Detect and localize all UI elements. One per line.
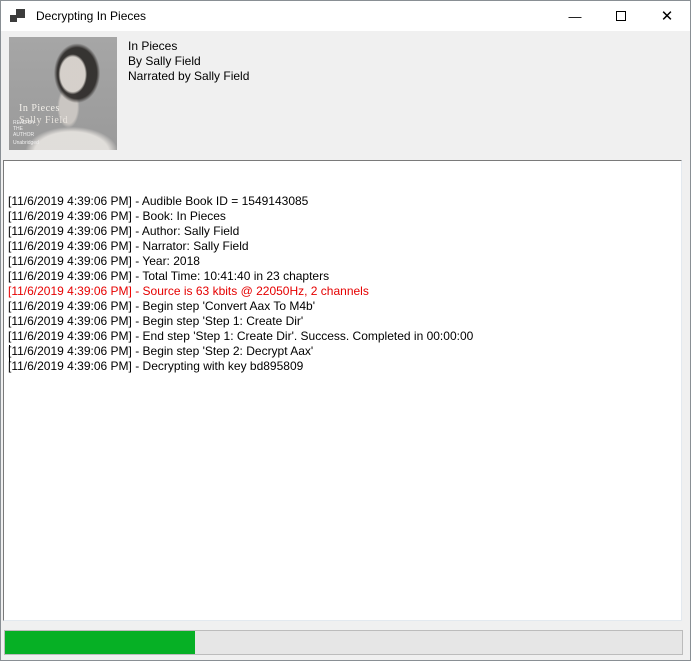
log-line: [11/6/2019 4:39:06 PM] - Decrypting with… xyxy=(8,359,681,374)
log-line: [11/6/2019 4:39:06 PM] - End step 'Step … xyxy=(8,329,681,344)
maximize-icon xyxy=(616,11,626,21)
close-icon: ✕ xyxy=(661,7,674,25)
log-line: [11/6/2019 4:39:06 PM] - Begin step 'Ste… xyxy=(8,344,681,359)
window-controls: — ✕ xyxy=(552,1,690,31)
cover-readby-text: READ BY THE AUTHOR xyxy=(13,120,43,138)
progress-bar xyxy=(4,630,683,655)
book-cover-image: In Pieces Sally Field READ BY THE AUTHOR… xyxy=(9,37,117,150)
cover-title-text: In Pieces xyxy=(19,103,60,114)
log-lines: [11/6/2019 4:39:06 PM] - Audible Book ID… xyxy=(8,194,681,374)
book-header: In Pieces Sally Field READ BY THE AUTHOR… xyxy=(1,31,690,160)
book-info: In Pieces By Sally Field Narrated by Sal… xyxy=(128,39,249,84)
window-title: Decrypting In Pieces xyxy=(36,9,146,23)
cover-edition-text: Unabridged xyxy=(13,140,39,146)
minimize-button[interactable]: — xyxy=(552,1,598,31)
book-title: In Pieces xyxy=(128,39,249,54)
app-window: Decrypting In Pieces — ✕ In Pieces Sally… xyxy=(0,0,691,661)
log-textbox[interactable]: [11/6/2019 4:39:06 PM] - Audible Book ID… xyxy=(3,160,682,621)
close-button[interactable]: ✕ xyxy=(644,1,690,31)
log-line: [11/6/2019 4:39:06 PM] - Audible Book ID… xyxy=(8,194,681,209)
book-narrator: Narrated by Sally Field xyxy=(128,69,249,84)
log-line: [11/6/2019 4:39:06 PM] - Begin step 'Con… xyxy=(8,299,681,314)
log-line: [11/6/2019 4:39:06 PM] - Author: Sally F… xyxy=(8,224,681,239)
app-icon-square-large xyxy=(16,9,25,18)
log-line: [11/6/2019 4:39:06 PM] - Book: In Pieces xyxy=(8,209,681,224)
title-bar[interactable]: Decrypting In Pieces — ✕ xyxy=(1,1,690,31)
minimize-icon: — xyxy=(569,9,582,24)
log-line: [11/6/2019 4:39:06 PM] - Source is 63 kb… xyxy=(8,284,681,299)
log-line: [11/6/2019 4:39:06 PM] - Year: 2018 xyxy=(8,254,681,269)
progress-fill xyxy=(5,631,195,654)
log-line: [11/6/2019 4:39:06 PM] - Narrator: Sally… xyxy=(8,239,681,254)
app-icon xyxy=(10,8,26,24)
book-author: By Sally Field xyxy=(128,54,249,69)
maximize-button[interactable] xyxy=(598,1,644,31)
log-line: [11/6/2019 4:39:06 PM] - Begin step 'Ste… xyxy=(8,314,681,329)
app-icon-square-small xyxy=(10,15,17,22)
text-caret xyxy=(9,345,10,362)
log-line: [11/6/2019 4:39:06 PM] - Total Time: 10:… xyxy=(8,269,681,284)
